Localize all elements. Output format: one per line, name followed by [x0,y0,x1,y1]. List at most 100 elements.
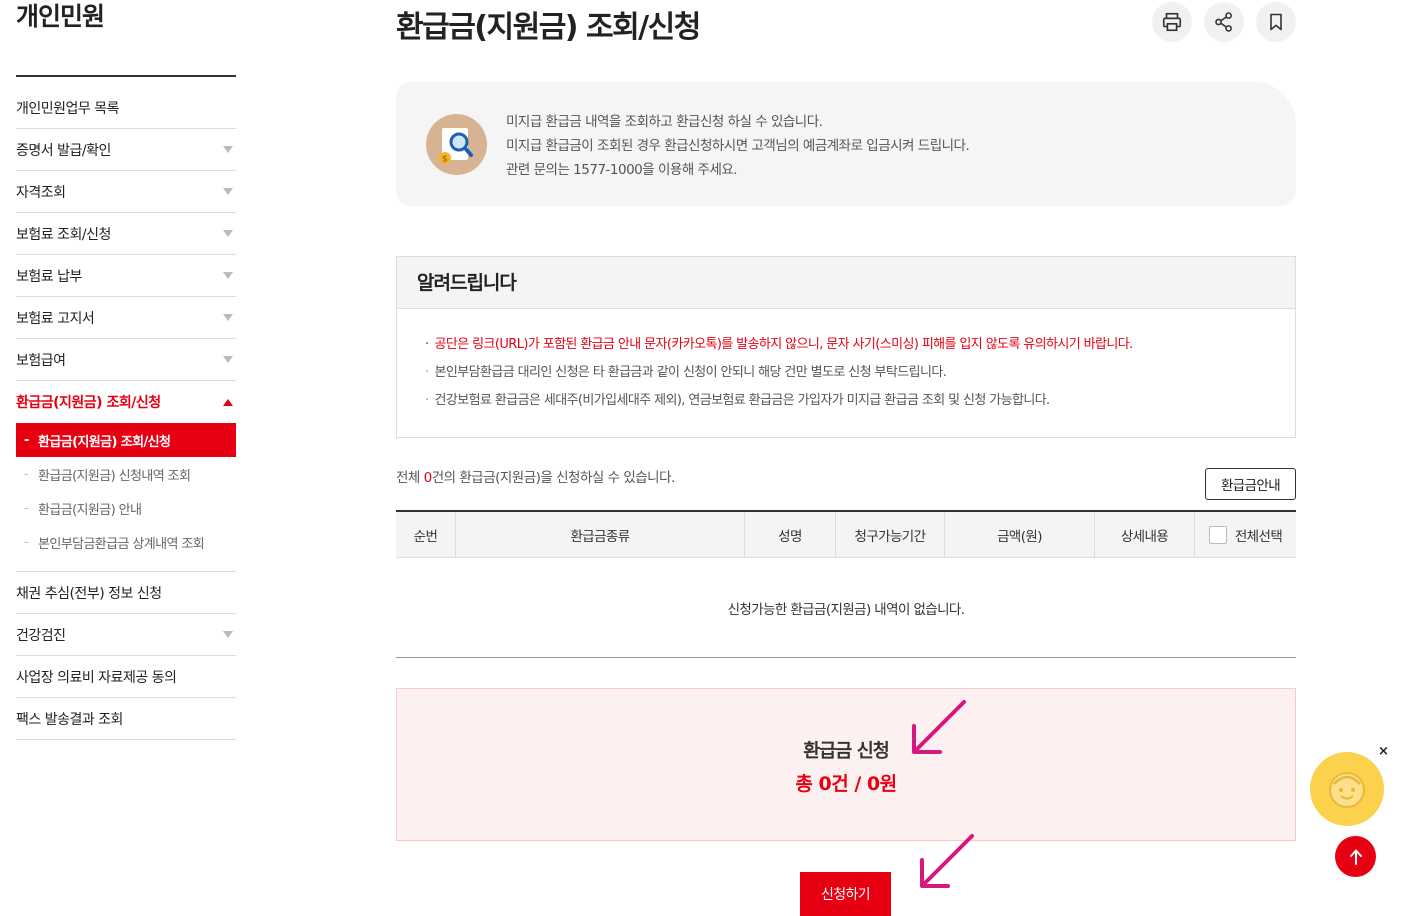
submenu-item-offset-history[interactable]: - 본인부담금환급금 상계내역 조회 [16,525,236,559]
bullet-icon: · [425,337,429,352]
sidebar-item-label: 채권 추심(전부) 정보 신청 [16,585,162,602]
column-claim-period: 청구가능기간 [836,512,945,557]
sidebar-item-premium-inquiry[interactable]: 보험료 조회/신청 [16,213,236,255]
sidebar-item-refund[interactable]: 환급금(지원금) 조회/신청 [16,381,236,423]
apply-button[interactable]: 신청하기 [800,872,891,916]
dash-icon: - [24,500,29,516]
column-refund-type: 환급금종류 [456,512,745,557]
sidebar-item-label: 증명서 발급/확인 [16,142,111,159]
sidebar-item-debt-collection[interactable]: 채권 추심(전부) 정보 신청 [16,572,236,614]
sidebar-item-medical-consent[interactable]: 사업장 의료비 자료제공 동의 [16,656,236,698]
sidebar-item-health-checkup[interactable]: 건강검진 [16,614,236,656]
bookmark-icon [1270,13,1282,31]
chevron-down-icon [223,631,233,638]
chevron-down-icon [223,146,233,153]
share-button[interactable] [1204,2,1244,42]
sidebar-item-label: 보험료 조회/신청 [16,226,111,243]
submenu-item-label: 환급금(지원금) 조회/신청 [38,434,171,450]
submenu-item-refund-history[interactable]: - 환급금(지원금) 신청내역 조회 [16,457,236,491]
sidebar-submenu: - 환급금(지원금) 조회/신청 - 환급금(지원금) 신청내역 조회 - 환급금(지… [16,423,236,572]
submenu-item-refund-guide[interactable]: - 환급금(지원금) 안내 [16,491,236,525]
sidebar-item-label: 사업장 의료비 자료제공 동의 [16,669,177,686]
notice-item-text: 본인부담환급금 대리인 신청은 타 환급금과 같이 신청이 안되니 해당 건만 … [434,365,947,380]
page-title: 환급금(지원금) 조회/신청 [396,10,701,45]
chevron-down-icon [223,272,233,279]
count-prefix: 전체 [396,470,424,486]
select-all-checkbox[interactable] [1208,525,1227,544]
submenu-item-label: 본인부담금환급금 상계내역 조회 [38,536,205,552]
svg-text:$: $ [442,155,448,165]
chevron-down-icon [223,356,233,363]
sidebar-item-certificate[interactable]: 증명서 발급/확인 [16,129,236,171]
dash-icon: - [24,432,29,448]
notice-item-text: 공단은 링크(URL)가 포함된 환급금 안내 문자(카카오톡)를 발송하지 않… [434,337,1134,352]
sidebar: 개인민원 개인민원업무 목록 증명서 발급/확인 자격조회 보험료 조회/신청 … [16,0,236,740]
notice-item-text: 건강보험료 환급금은 세대주(비가입세대주 제외), 연금보험료 환급금은 가입… [434,393,1051,408]
column-amount: 금액(원) [945,512,1095,557]
refund-table: 순번 환급금종류 성명 청구가능기간 금액(원) 상세내용 전체선택 신청가능한… [396,510,1296,658]
empty-message: 신청가능한 환급금(지원금) 내역이 없습니다. [396,558,1296,658]
select-all-label: 전체선택 [1234,528,1283,545]
sidebar-item-label: 건강검진 [16,627,66,644]
scroll-top-button[interactable] [1335,836,1376,877]
select-all[interactable]: 전체선택 [1195,512,1296,557]
print-button[interactable] [1152,2,1192,42]
bookmark-button[interactable] [1256,2,1296,42]
chatbot-close-button[interactable]: × [1378,744,1389,759]
sidebar-item-fax-result[interactable]: 팩스 발송결과 조회 [16,698,236,740]
sidebar-item-qualification[interactable]: 자격조회 [16,171,236,213]
notice-item: · 건강보험료 환급금은 세대주(비가입세대주 제외), 연금보험료 환급금은 가… [425,387,1295,415]
sidebar-divider [16,75,236,77]
chatbot-button[interactable] [1310,752,1384,826]
notice-box: 알려드립니다 · 공단은 링크(URL)가 포함된 환급금 안내 문자(카카오톡)… [396,256,1296,438]
submenu-item-refund-inquiry[interactable]: - 환급금(지원금) 조회/신청 [16,423,236,457]
refund-guide-button[interactable]: 환급금안내 [1205,468,1296,500]
sidebar-menu: 개인민원업무 목록 증명서 발급/확인 자격조회 보험료 조회/신청 보험료 납… [16,87,236,740]
info-line: 미지급 환급금 내역을 조회하고 환급신청 하실 수 있습니다. [506,114,823,130]
column-number: 순번 [396,512,456,557]
table-header: 순번 환급금종류 성명 청구가능기간 금액(원) 상세내용 전체선택 [396,512,1296,558]
sidebar-item-label: 팩스 발송결과 조회 [16,711,123,728]
refund-summary: 환급금 신청 총 0건 / 0원 [396,688,1296,841]
chevron-up-icon [223,398,233,406]
chevron-down-icon [223,188,233,195]
sidebar-item-label: 보험급여 [16,352,66,369]
sidebar-item-benefits[interactable]: 보험급여 [16,339,236,381]
chatbot-face-icon [1329,772,1365,808]
dash-icon: - [24,466,29,482]
info-text: 미지급 환급금 내역을 조회하고 환급신청 하실 수 있습니다. 미지급 환급금… [506,110,970,182]
refund-count: 0 [423,470,433,486]
sidebar-item-label: 보험료 고지서 [16,310,95,327]
notice-body: · 공단은 링크(URL)가 포함된 환급금 안내 문자(카카오톡)를 발송하지 … [397,309,1295,415]
notice-item: · 공단은 링크(URL)가 포함된 환급금 안내 문자(카카오톡)를 발송하지 … [425,331,1295,359]
annotation-arrow-icon [912,700,966,754]
sidebar-item-premium-bill[interactable]: 보험료 고지서 [16,297,236,339]
count-suffix: 건의 환급금(지원금)을 신청하실 수 있습니다. [431,470,676,486]
search-document-icon: $ [426,114,487,175]
dash-icon: - [24,534,29,550]
info-line: 관련 문의는 1577-1000을 이용해 주세요. [506,162,738,178]
notice-item: · 본인부담환급금 대리인 신청은 타 환급금과 같이 신청이 안되니 해당 건만… [425,359,1295,387]
annotation-arrow-icon [920,834,974,888]
refund-count-text: 전체 0건의 환급금(지원금)을 신청하실 수 있습니다. [396,468,675,488]
submenu-item-label: 환급금(지원금) 신청내역 조회 [38,468,191,484]
column-details: 상세내용 [1095,512,1195,557]
sidebar-item-label: 자격조회 [16,184,66,201]
print-icon [1162,12,1182,32]
sidebar-item-label: 개인민원업무 목록 [16,100,120,117]
chevron-down-icon [223,230,233,237]
bullet-icon: · [425,393,429,408]
sidebar-item-premium-payment[interactable]: 보험료 납부 [16,255,236,297]
arrow-up-icon [1349,849,1362,865]
submenu-item-label: 환급금(지원금) 안내 [38,502,142,518]
summary-title: 환급금 신청 [803,741,890,762]
sidebar-item-label: 보험료 납부 [16,268,82,285]
sidebar-item-civil-list[interactable]: 개인민원업무 목록 [16,87,236,129]
column-name: 성명 [745,512,836,557]
sidebar-title: 개인민원 [16,2,105,31]
bullet-icon: · [425,365,429,380]
info-line: 미지급 환급금이 조회된 경우 환급신청하시면 고객님의 예금계좌로 입금시켜 … [506,138,970,154]
notice-title: 알려드립니다 [397,257,1295,309]
share-icon [1215,12,1232,32]
info-box: $ 미지급 환급금 내역을 조회하고 환급신청 하실 수 있습니다. 미지급 환… [396,82,1296,206]
